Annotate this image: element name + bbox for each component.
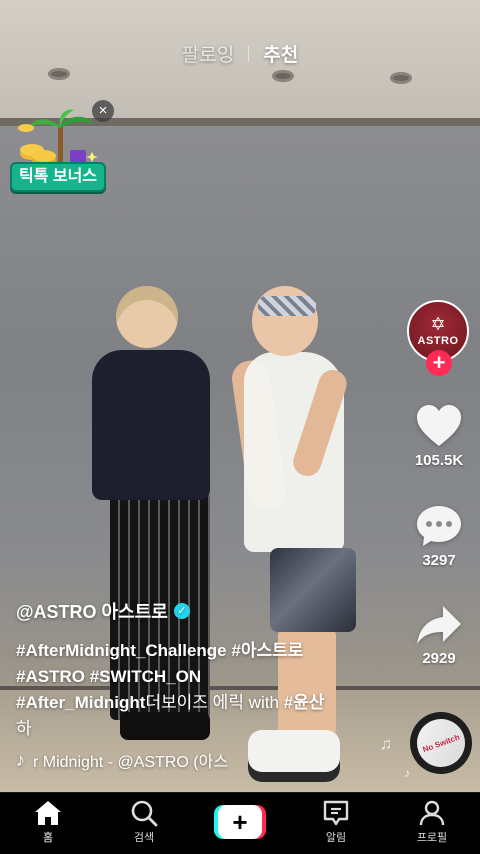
- avatar-text: ASTRO: [417, 335, 459, 347]
- close-icon[interactable]: ×: [92, 100, 114, 122]
- hashtag[interactable]: #SWITCH_ON: [90, 667, 201, 686]
- nav-create[interactable]: +: [200, 799, 280, 839]
- video-caption: @ASTRO 아스트로 ✓ #AfterMidnight_Challenge #…: [16, 598, 376, 742]
- share-count: 2929: [422, 650, 456, 667]
- nav-profile[interactable]: 프로필: [392, 799, 472, 845]
- tab-for-you[interactable]: 추천: [263, 40, 298, 67]
- hashtag[interactable]: #ASTRO: [16, 667, 85, 686]
- verified-icon: ✓: [173, 603, 190, 619]
- share-button[interactable]: 2929: [398, 604, 480, 667]
- bonus-label[interactable]: 틱톡 보너스: [10, 162, 106, 192]
- heart-icon: [417, 405, 461, 446]
- nav-inbox-label: 알림: [325, 832, 347, 844]
- like-button[interactable]: 105.5K: [398, 404, 480, 469]
- feed-tabs: 팔로잉 추천: [0, 40, 480, 67]
- inbox-icon: [323, 800, 349, 826]
- create-button[interactable]: +: [214, 805, 266, 839]
- hashtag[interactable]: #After_Midnight: [16, 693, 145, 712]
- hashtag[interactable]: #윤산: [284, 693, 325, 712]
- music-title[interactable]: r Midnight - @ASTRO (아스: [33, 748, 263, 772]
- music-note-icon: ♪: [16, 749, 25, 770]
- tab-following[interactable]: 팔로잉: [182, 40, 234, 67]
- home-icon: [35, 801, 61, 825]
- dancer-right-bandana: [258, 296, 316, 316]
- description-text: 하: [16, 719, 32, 738]
- music-disc[interactable]: No Switch: [410, 712, 472, 774]
- music-row[interactable]: ♪ r Midnight - @ASTRO (아스: [16, 748, 266, 772]
- music-note-icon: ♫: [380, 736, 392, 753]
- comment-count: 3297: [422, 552, 456, 569]
- description-text: 더보이즈 에릭 with: [145, 693, 284, 712]
- bottom-nav: 홈 검색 + 알림 프로필: [0, 792, 480, 854]
- ceiling-light: [48, 68, 70, 80]
- tab-divider: [248, 45, 250, 62]
- dancer-left-head: [116, 286, 178, 348]
- music-note-icon: ♪: [404, 766, 410, 780]
- ceiling-light: [390, 72, 412, 84]
- comment-icon: [417, 506, 461, 546]
- hashtag[interactable]: #AfterMidnight_Challenge: [16, 641, 227, 660]
- nav-inbox[interactable]: 알림: [296, 799, 376, 845]
- author-row[interactable]: @ASTRO 아스트로 ✓: [16, 598, 376, 624]
- dancer-left-body: [92, 350, 210, 500]
- nav-search[interactable]: 검색: [104, 799, 184, 845]
- palm-coins-icon: [18, 109, 98, 166]
- nav-profile-label: 프로필: [416, 832, 448, 844]
- nav-home-label: 홈: [42, 832, 54, 844]
- nav-home[interactable]: 홈: [8, 799, 88, 845]
- star-logo-icon: ✡: [430, 314, 446, 334]
- plus-icon: +: [218, 805, 262, 839]
- like-count: 105.5K: [414, 452, 464, 469]
- author-name[interactable]: @ASTRO 아스트로: [16, 598, 168, 624]
- disc-cover: No Switch: [410, 712, 472, 774]
- description: #AfterMidnight_Challenge #아스트로 #ASTRO #S…: [16, 638, 376, 742]
- bonus-widget[interactable]: × 틱톡 보너스: [10, 100, 114, 196]
- ceiling-light: [272, 70, 294, 82]
- creator-avatar[interactable]: ✡ ASTRO +: [407, 300, 471, 380]
- follow-button[interactable]: +: [426, 350, 452, 376]
- share-arrow-icon: [417, 606, 461, 644]
- nav-search-label: 검색: [133, 832, 155, 844]
- hashtag[interactable]: #아스트로: [231, 641, 303, 660]
- comment-button[interactable]: 3297: [398, 504, 480, 569]
- search-icon: [131, 800, 158, 827]
- profile-icon: [419, 800, 445, 826]
